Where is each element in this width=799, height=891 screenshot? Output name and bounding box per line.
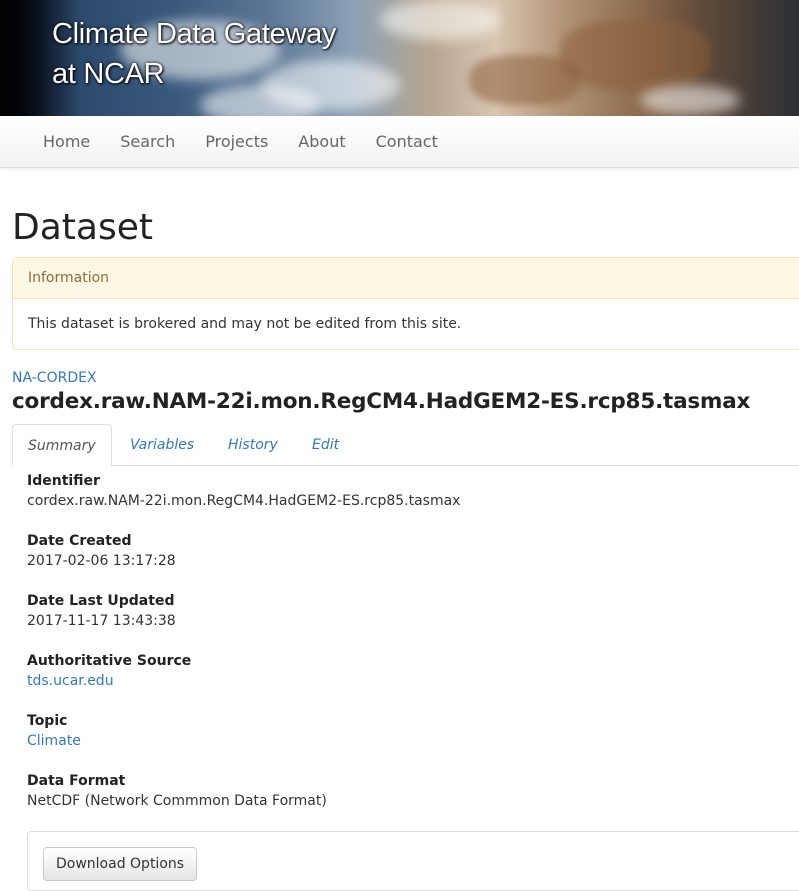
nav-item-home[interactable]: Home [28,116,105,168]
tab-variables[interactable]: Variables [115,424,209,466]
site-title-line2: at NCAR [52,58,165,90]
field-identifier: Identifier cordex.raw.NAM-22i.mon.RegCM4… [27,471,460,511]
authoritative-source-link[interactable]: tds.ucar.edu [27,671,191,691]
nav-item-contact[interactable]: Contact [361,116,453,168]
site-title[interactable]: Climate Data Gateway at NCAR [52,14,336,94]
nav-item-about[interactable]: About [283,116,360,168]
field-date-created: Date Created 2017-02-06 13:17:28 [27,531,176,571]
site-title-line1: Climate Data Gateway [52,18,337,50]
field-label: Identifier [27,473,100,489]
field-value: cordex.raw.NAM-22i.mon.RegCM4.HadGEM2-ES… [27,493,461,509]
nav-item-projects[interactable]: Projects [190,116,283,168]
field-value: NetCDF (Network Commmon Data Format) [27,793,327,809]
information-panel: Information This dataset is brokered and… [12,257,799,350]
field-value: 2017-02-06 13:17:28 [27,553,176,569]
field-label: Authoritative Source [27,653,192,669]
download-panel: Download Options [27,831,799,891]
dataset-tabs: Summary Variables History Edit [12,424,799,467]
information-panel-message: This dataset is brokered and may not be … [28,316,462,332]
field-label: Data Format [27,773,126,789]
project-link[interactable]: NA-CORDEX [12,370,97,386]
field-date-last-updated: Date Last Updated 2017-11-17 13:43:38 [27,591,176,631]
tab-summary[interactable]: Summary [12,424,112,467]
tab-history[interactable]: History [213,424,293,466]
download-options-button[interactable]: Download Options [43,847,198,881]
field-label: Date Created [27,533,132,549]
site-banner: Climate Data Gateway at NCAR [0,0,799,116]
dataset-title: cordex.raw.NAM-22i.mon.RegCM4.HadGEM2-ES… [12,389,751,414]
information-panel-heading: Information [13,258,799,299]
field-value: 2017-11-17 13:43:38 [27,613,176,629]
field-authoritative-source: Authoritative Source tds.ucar.edu [27,651,191,691]
topic-link[interactable]: Climate [27,731,81,751]
nav-menu: Home Search Projects About Contact [28,116,453,168]
main-navbar: Home Search Projects About Contact [0,116,799,168]
page-title: Dataset [12,207,153,248]
field-topic: Topic Climate [27,711,81,751]
nav-item-search[interactable]: Search [105,116,190,168]
field-label: Date Last Updated [27,593,175,609]
tab-edit[interactable]: Edit [297,424,354,466]
field-label: Topic [27,713,68,729]
field-data-format: Data Format NetCDF (Network Commmon Data… [27,771,327,811]
